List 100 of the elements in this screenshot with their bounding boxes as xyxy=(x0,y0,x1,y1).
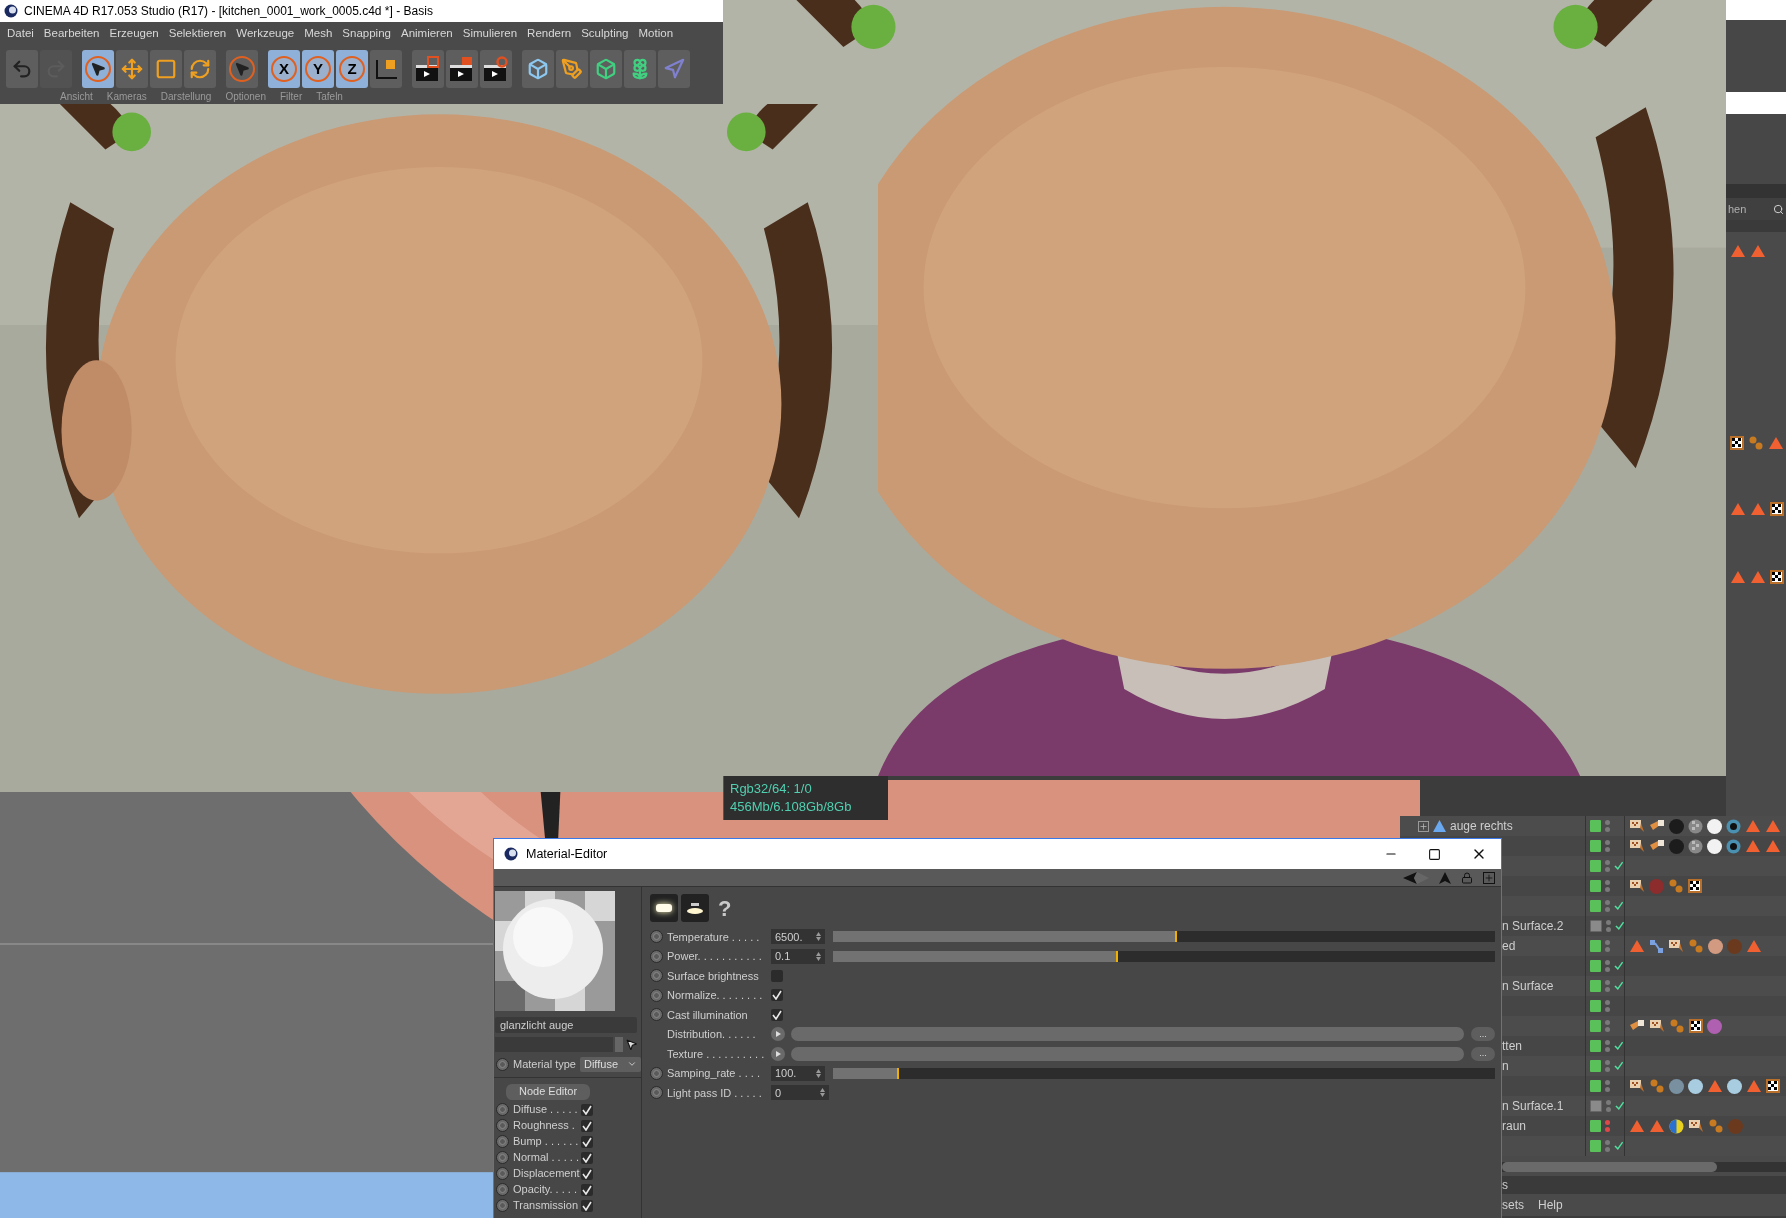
object-name[interactable]: n Surface xyxy=(1502,977,1554,995)
menu-item[interactable]: Simulieren xyxy=(458,25,522,43)
layer-swatch[interactable] xyxy=(1590,820,1602,832)
object-name[interactable]: auge rechts xyxy=(1450,817,1513,835)
layer-swatch[interactable] xyxy=(1590,1080,1602,1092)
toolbar-button[interactable]: X xyxy=(268,50,300,88)
visibility-dots-icon[interactable] xyxy=(1605,900,1611,912)
visibility-dots-icon[interactable] xyxy=(1605,1080,1611,1092)
visibility-dots-icon[interactable] xyxy=(1605,840,1611,852)
toolbar-button[interactable]: Y xyxy=(302,50,334,88)
menu-item[interactable]: Motion xyxy=(634,25,678,43)
object-name[interactable]: n xyxy=(1502,1057,1509,1075)
visibility-dots-icon[interactable] xyxy=(1605,1040,1611,1052)
menu-item[interactable]: Animieren xyxy=(396,25,457,43)
menu-item[interactable]: Snapping xyxy=(338,25,395,43)
layer-swatch[interactable] xyxy=(1590,900,1602,912)
visibility-dots-icon[interactable] xyxy=(1605,860,1611,872)
checker-tag-icon xyxy=(1770,570,1784,584)
layer-swatch[interactable] xyxy=(1590,960,1602,972)
layer-swatch[interactable] xyxy=(1590,860,1602,872)
panel-tab[interactable]: s xyxy=(1502,1176,1508,1194)
menu-item[interactable]: Werkzeuge xyxy=(232,25,299,43)
check-icon[interactable] xyxy=(1614,961,1624,971)
object-name[interactable]: tten xyxy=(1502,1037,1522,1055)
toolbar-button[interactable] xyxy=(82,50,114,88)
visibility-dots-icon[interactable] xyxy=(1605,920,1611,932)
search-field[interactable]: hen xyxy=(1726,198,1786,220)
visibility-dots-icon[interactable] xyxy=(1605,880,1611,892)
menu-item[interactable]: Help xyxy=(1538,1196,1563,1214)
check-icon[interactable] xyxy=(1614,1141,1624,1151)
viewport-menu-item[interactable]: Darstellung xyxy=(160,92,212,102)
visibility-dots-icon[interactable] xyxy=(1605,820,1611,832)
layer-swatch[interactable] xyxy=(1590,1020,1602,1032)
layer-swatch[interactable] xyxy=(1590,1140,1602,1152)
menu-item[interactable]: Datei xyxy=(3,25,38,43)
expand-icon[interactable] xyxy=(1418,820,1429,832)
eye-tag-icon xyxy=(1726,818,1741,834)
visibility-dots-icon[interactable] xyxy=(1605,1100,1611,1112)
object-name[interactable]: n Surface.2 xyxy=(1502,917,1564,935)
layer-swatch[interactable] xyxy=(1590,940,1602,952)
toolbar-button[interactable]: Z xyxy=(336,50,368,88)
check-icon[interactable] xyxy=(1614,861,1624,871)
dots-tag-icon xyxy=(1688,939,1704,953)
layer-swatch[interactable] xyxy=(1590,880,1602,892)
toolbar-button[interactable] xyxy=(412,50,444,88)
layer-swatch[interactable] xyxy=(1590,1100,1602,1112)
browse-button[interactable]: ... xyxy=(1471,1046,1495,1061)
checker-tag-icon xyxy=(1766,1079,1780,1093)
object-name[interactable]: ed xyxy=(1502,937,1516,955)
menu-item[interactable]: sets xyxy=(1502,1196,1524,1214)
triangle-tag-icon xyxy=(1707,1079,1723,1093)
menu-item[interactable]: Sculpting xyxy=(577,25,633,43)
menu-item[interactable]: Mesh xyxy=(300,25,337,43)
check-icon[interactable] xyxy=(1614,901,1624,911)
scrollbar[interactable] xyxy=(1502,1162,1786,1172)
visibility-dots-icon[interactable] xyxy=(1605,1120,1611,1132)
object-name[interactable]: n Surface.1 xyxy=(1502,1097,1564,1115)
layer-swatch[interactable] xyxy=(1590,840,1602,852)
new-window-icon[interactable] xyxy=(1483,871,1495,884)
maximize-icon[interactable] xyxy=(1428,847,1441,861)
toolbar-button[interactable] xyxy=(480,50,512,88)
layer-swatch[interactable] xyxy=(1590,980,1602,992)
viewport-menu-item[interactable]: Filter xyxy=(280,92,303,102)
checker-tag-icon xyxy=(1688,879,1702,893)
viewport-menu-item[interactable]: Optionen xyxy=(225,92,266,102)
browse-button[interactable]: ... xyxy=(1471,1027,1495,1042)
layer-swatch[interactable] xyxy=(1590,920,1602,932)
lock-icon[interactable] xyxy=(1461,871,1473,884)
visibility-dots-icon[interactable] xyxy=(1605,980,1611,992)
layer-swatch[interactable] xyxy=(1590,1040,1602,1052)
menu-item[interactable]: Selektieren xyxy=(164,25,231,43)
triangle-tag-icon xyxy=(1768,436,1784,450)
check-icon[interactable] xyxy=(1614,1101,1624,1111)
visibility-dots-icon[interactable] xyxy=(1605,1000,1611,1012)
layer-swatch[interactable] xyxy=(1590,1060,1602,1072)
viewport-menu-item[interactable]: Ansicht xyxy=(60,92,93,102)
menu-item[interactable]: Bearbeiten xyxy=(39,25,104,43)
object-name[interactable]: raun xyxy=(1502,1117,1527,1135)
visibility-dots-icon[interactable] xyxy=(1605,940,1611,952)
check-icon[interactable] xyxy=(1614,921,1624,931)
triangle-tag-icon xyxy=(1765,819,1781,833)
menu-item[interactable]: Rendern xyxy=(523,25,576,43)
check-icon[interactable] xyxy=(1614,981,1624,991)
check-icon[interactable] xyxy=(1614,1041,1624,1051)
layer-swatch[interactable] xyxy=(1590,1000,1602,1012)
up-arrow-icon[interactable] xyxy=(1439,871,1451,884)
visibility-dots-icon[interactable] xyxy=(1605,1060,1611,1072)
toolbar-button[interactable] xyxy=(370,50,402,88)
checker-tag-icon xyxy=(1730,436,1744,450)
visibility-dots-icon[interactable] xyxy=(1605,960,1611,972)
layer-swatch[interactable] xyxy=(1590,1120,1602,1132)
check-icon[interactable] xyxy=(1614,1061,1624,1071)
menu-item[interactable]: Erzeugen xyxy=(105,25,163,43)
triangle-tag-icon xyxy=(1730,502,1746,516)
visibility-dots-icon[interactable] xyxy=(1605,1020,1611,1032)
checker-sphere-icon xyxy=(1688,818,1703,834)
viewport-menu-item[interactable]: Kameras xyxy=(106,92,147,102)
viewport-menu-item[interactable]: Tafeln xyxy=(316,92,343,102)
visibility-dots-icon[interactable] xyxy=(1605,1140,1611,1152)
toolbar-button[interactable] xyxy=(446,50,478,88)
